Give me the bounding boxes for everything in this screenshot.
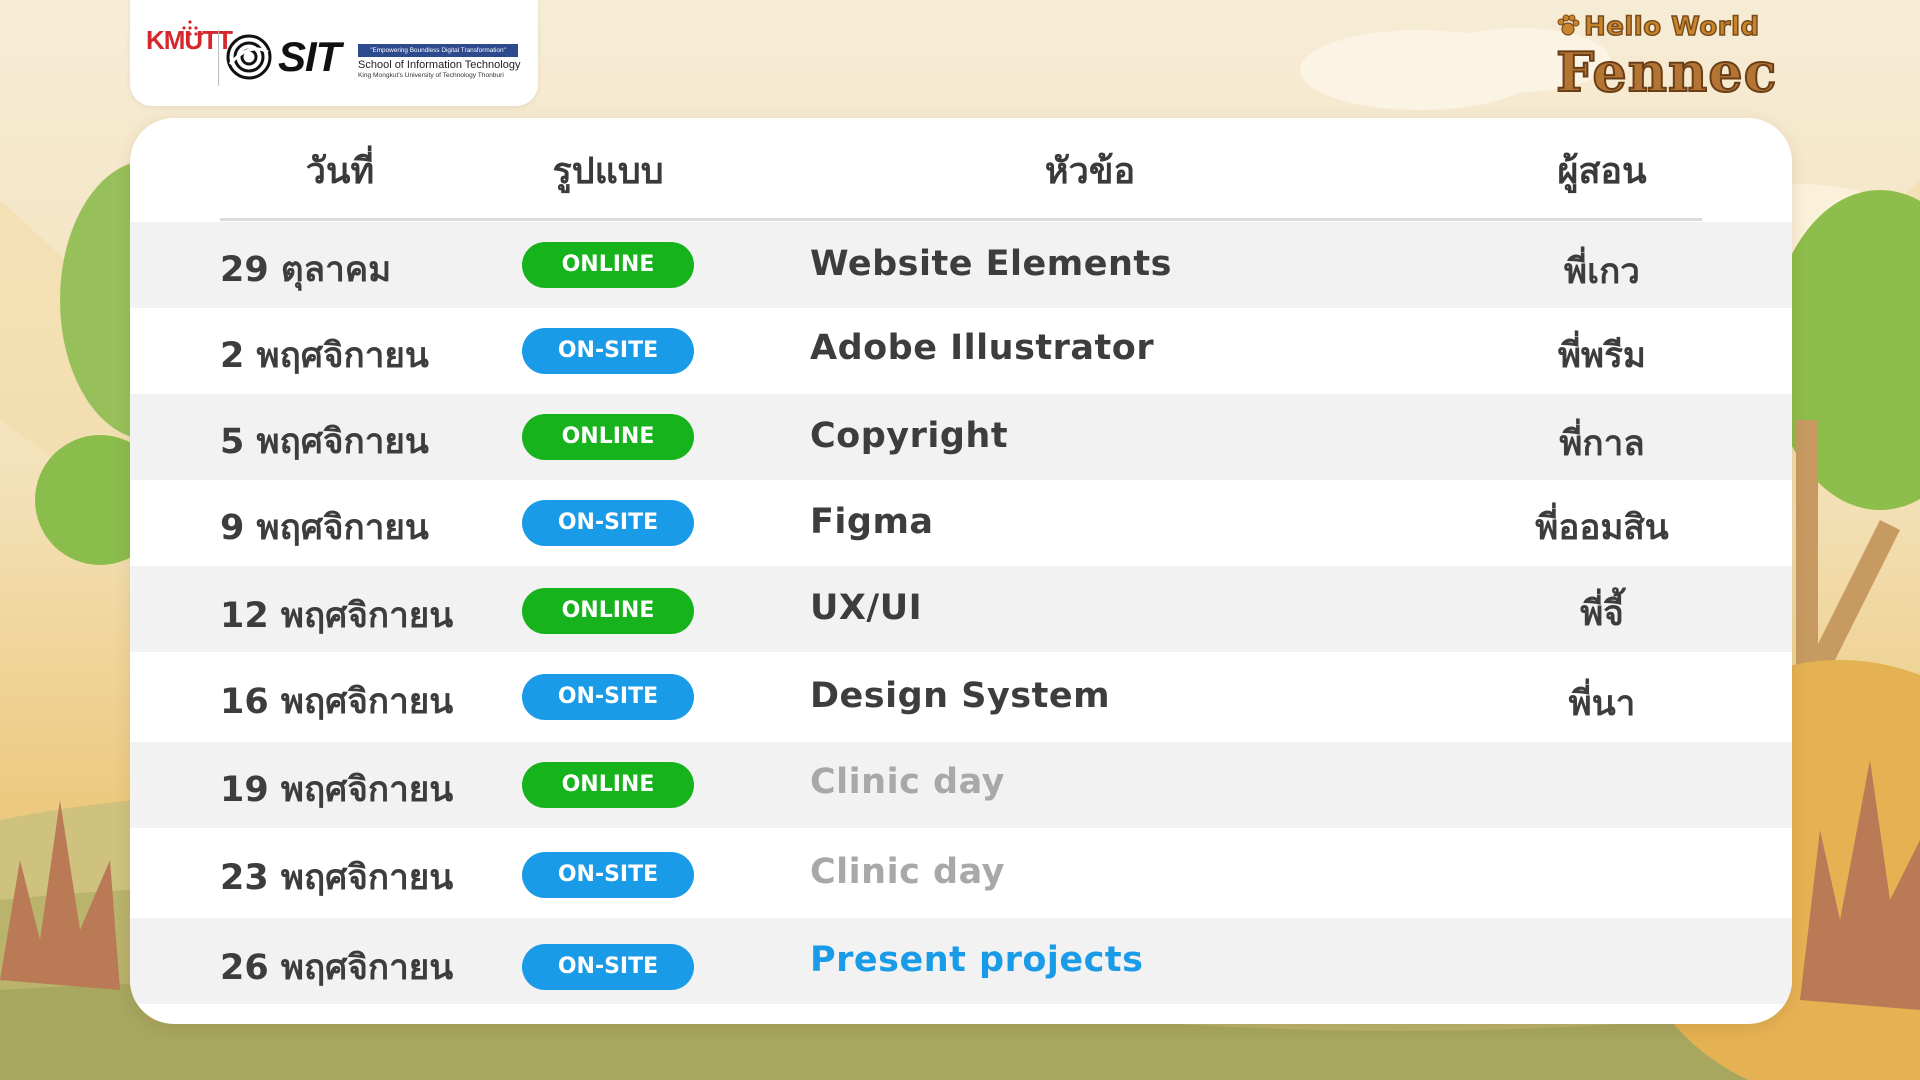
kmutt-logo-text: KMUTT (146, 25, 233, 55)
row-instructor: พี่พรีม (1557, 336, 1646, 376)
table-row: 12 พฤศจิกายน ONLINE UX/UI พี่จี้ (130, 566, 1792, 652)
row-topic: Website Elements (810, 244, 1172, 284)
format-badge: ON-SITE (522, 674, 694, 720)
sit-school-name: School of Information Technology (358, 59, 521, 71)
row-date: 5 พฤศจิกายน (220, 422, 429, 462)
format-badge: ON-SITE (522, 328, 694, 374)
row-topic: Design System (810, 676, 1111, 716)
row-topic: Present projects (810, 940, 1144, 980)
row-instructor: พี่กาล (1559, 424, 1645, 464)
row-topic: Copyright (810, 416, 1009, 456)
row-topic: Clinic day (810, 852, 1005, 892)
row-date: 9 พฤศจิกายน (220, 508, 429, 548)
row-date: 23 พฤศจิกายน (220, 858, 454, 898)
row-date: 16 พฤศจิกายน (220, 682, 454, 722)
row-instructor: พี่ออมสิน (1535, 508, 1669, 548)
row-date: 26 พฤศจิกายน (220, 948, 454, 988)
header-topic: หัวข้อ (1044, 151, 1136, 192)
table-row: 9 พฤศจิกายน ON-SITE Figma พี่ออมสิน (130, 480, 1792, 566)
format-badge: ONLINE (522, 414, 694, 460)
schedule-table: วันที่ รูปแบบ หัวข้อ ผู้สอน 29 ตุลาคม ON… (130, 118, 1792, 1024)
logo-card: KMUTT SIT "Empowering Boundless Digital … (130, 0, 538, 106)
row-topic: Clinic day (810, 762, 1005, 802)
row-topic: Adobe Illustrator (810, 328, 1155, 368)
logo-divider (218, 30, 219, 86)
row-instructor: พี่นา (1568, 684, 1636, 724)
row-topic: UX/UI (810, 588, 923, 628)
event-brand-line1: Hello World (1583, 11, 1760, 43)
event-brand-line2: Fennec (1555, 39, 1778, 105)
header-divider (220, 218, 1702, 221)
table-row: 26 พฤศจิกายน ON-SITE Present projects (130, 918, 1792, 1004)
table-row: 5 พฤศจิกายน ONLINE Copyright พี่กาล (130, 394, 1792, 480)
table-row: 16 พฤศจิกายน ON-SITE Design System พี่นา (130, 652, 1792, 742)
row-date: 12 พฤศจิกายน (220, 596, 454, 636)
format-badge: ONLINE (522, 588, 694, 634)
row-date: 19 พฤศจิกายน (220, 770, 454, 810)
sit-emblem-icon (226, 34, 272, 80)
table-row: 23 พฤศจิกายน ON-SITE Clinic day (130, 828, 1792, 918)
table-row: 2 พฤศจิกายน ON-SITE Adobe Illustrator พี… (130, 308, 1792, 394)
row-instructor: พี่จี้ (1580, 594, 1624, 634)
sit-university-name: King Mongkut's University of Technology … (358, 72, 504, 79)
row-date: 2 พฤศจิกายน (220, 336, 429, 376)
event-brand-logo: Hello World Fennec (1555, 8, 1796, 108)
header-format: รูปแบบ (552, 151, 664, 192)
header-instructor: ผู้สอน (1557, 151, 1647, 192)
format-badge: ON-SITE (522, 852, 694, 898)
sit-logo-text: SIT (278, 33, 341, 80)
row-topic: Figma (810, 502, 934, 542)
sit-tagline: "Empowering Boundless Digital Transforma… (358, 44, 518, 57)
format-badge: ON-SITE (522, 944, 694, 990)
header-date: วันที่ (305, 151, 375, 192)
row-instructor: พี่เกว (1564, 252, 1640, 292)
row-date: 29 ตุลาคม (220, 250, 392, 290)
format-badge: ONLINE (522, 242, 694, 288)
table-row: 19 พฤศจิกายน ONLINE Clinic day (130, 742, 1792, 828)
table-header: วันที่ รูปแบบ หัวข้อ ผู้สอน (130, 118, 1792, 222)
format-badge: ONLINE (522, 762, 694, 808)
table-row: 29 ตุลาคม ONLINE Website Elements พี่เกว (130, 222, 1792, 308)
format-badge: ON-SITE (522, 500, 694, 546)
paw-icon (1557, 14, 1580, 36)
